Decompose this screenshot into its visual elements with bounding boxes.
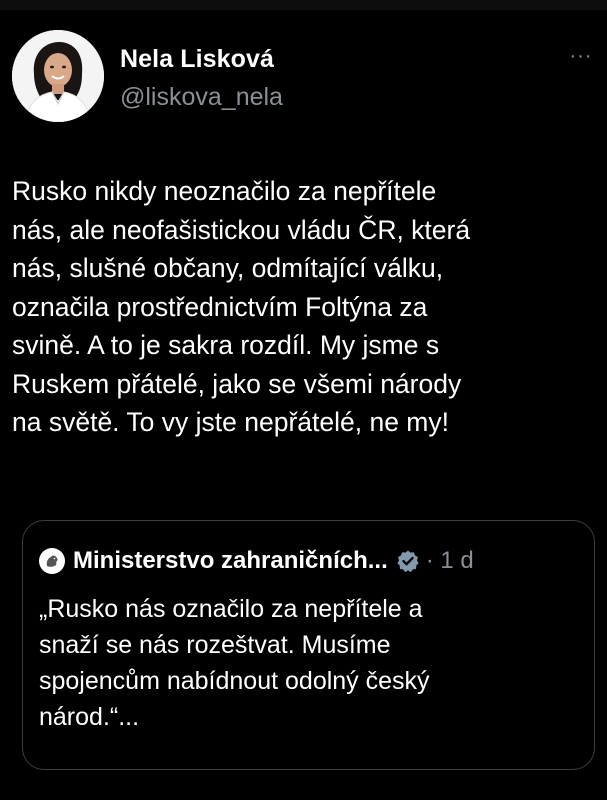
tweet-text: Rusko nikdy neoznačilo za nepřítele nás,… — [12, 176, 471, 437]
author-handle[interactable]: @liskova_nela — [120, 83, 283, 112]
quoted-tweet-text: „Rusko nás označilo za nepřítele a snaží… — [39, 595, 430, 731]
quoted-tweet-card[interactable]: Ministerstvo zahraničních... · 1 d „Rusk… — [22, 520, 595, 770]
quoted-author-name[interactable]: Ministerstvo zahraničních... — [73, 547, 388, 575]
author-photo-icon — [12, 30, 104, 122]
verified-badge-icon — [396, 549, 420, 573]
more-dots-icon: ··· — [569, 44, 593, 67]
lion-emblem-icon — [46, 555, 58, 567]
quoted-author-avatar[interactable] — [39, 548, 65, 574]
tweet: Nela Lisková @liskova_nela ··· Rusko nik… — [0, 0, 607, 800]
quoted-tweet-header: Ministerstvo zahraničních... · 1 d — [39, 547, 474, 575]
author-display-name[interactable]: Nela Lisková — [120, 45, 274, 74]
more-options-button[interactable]: ··· — [562, 44, 600, 68]
quoted-tweet-time: · 1 d — [425, 547, 474, 574]
author-avatar[interactable] — [12, 30, 104, 122]
